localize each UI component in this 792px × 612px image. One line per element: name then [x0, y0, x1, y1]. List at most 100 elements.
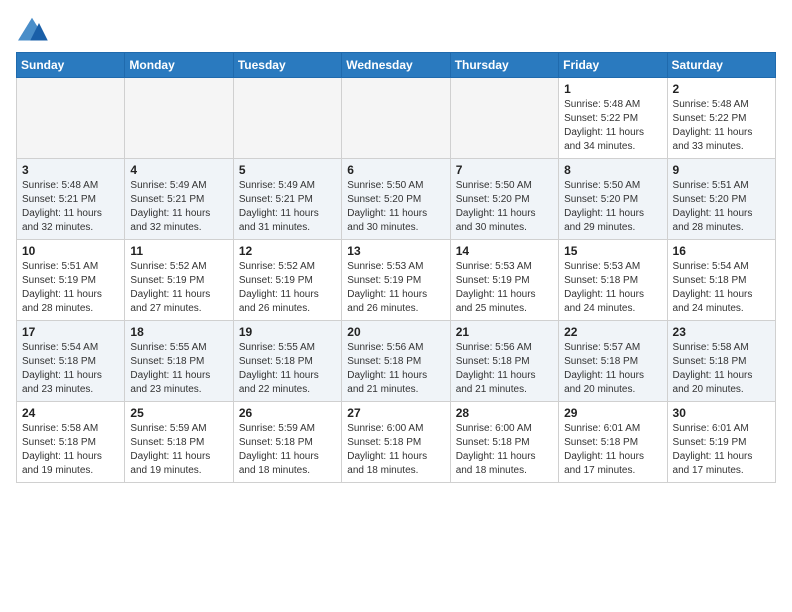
- calendar-week-row: 10 Sunrise: 5:51 AM Sunset: 5:19 PM Dayli…: [17, 240, 776, 321]
- calendar-cell: 23Sunrise: 5:58 AM Sunset: 5:18 PM Dayli…: [667, 321, 775, 402]
- day-number: 28: [456, 406, 553, 420]
- day-info: Sunrise: 6:00 AM Sunset: 5:18 PM Dayligh…: [456, 422, 553, 478]
- calendar-table: SundayMondayTuesdayWednesdayThursdayFrid…: [16, 52, 776, 483]
- calendar-cell: 17Sunrise: 5:54 AM Sunset: 5:18 PM Dayli…: [17, 321, 125, 402]
- day-number: 25: [130, 406, 227, 420]
- day-number: 24: [22, 406, 119, 420]
- day-of-week-header: Friday: [559, 53, 667, 78]
- day-number: 20: [347, 325, 444, 339]
- day-number: 30: [673, 406, 770, 420]
- day-info: Sunrise: 6:01 AM Sunset: 5:18 PM Dayligh…: [564, 422, 661, 478]
- day-number: 11: [130, 244, 227, 258]
- day-number: 14: [456, 244, 553, 258]
- day-number: 22: [564, 325, 661, 339]
- day-of-week-header: Wednesday: [342, 53, 450, 78]
- day-info: Sunrise: 5:48 AM Sunset: 5:22 PM Dayligh…: [673, 98, 770, 154]
- calendar-cell: 29Sunrise: 6:01 AM Sunset: 5:18 PM Dayli…: [559, 402, 667, 483]
- day-number: 23: [673, 325, 770, 339]
- day-info: Sunrise: 5:52 AM Sunset: 5:19 PM Dayligh…: [239, 260, 336, 316]
- day-number: 19: [239, 325, 336, 339]
- calendar-cell: 22 Sunrise: 5:57 AM Sunset: 5:18 PM Dayli…: [559, 321, 667, 402]
- day-info: Sunrise: 5:49 AM Sunset: 5:21 PM Dayligh…: [239, 179, 336, 235]
- day-number: 18: [130, 325, 227, 339]
- day-of-week-header: Sunday: [17, 53, 125, 78]
- day-number: 6: [347, 163, 444, 177]
- calendar-cell: [342, 78, 450, 159]
- day-info: Sunrise: 5:50 AM Sunset: 5:20 PM Dayligh…: [564, 179, 661, 235]
- day-info: Sunrise: 5:56 AM Sunset: 5:18 PM Dayligh…: [347, 341, 444, 397]
- day-info: Sunrise: 5:48 AM Sunset: 5:21 PM Dayligh…: [22, 179, 119, 235]
- day-number: 8: [564, 163, 661, 177]
- day-info: Sunrise: 6:01 AM Sunset: 5:19 PM Dayligh…: [673, 422, 770, 478]
- calendar-cell: 26 Sunrise: 5:59 AM Sunset: 5:18 PM Dayli…: [233, 402, 341, 483]
- day-number: 5: [239, 163, 336, 177]
- calendar-cell: 16 Sunrise: 5:54 AM Sunset: 5:18 PM Dayli…: [667, 240, 775, 321]
- day-info: Sunrise: 5:59 AM Sunset: 5:18 PM Dayligh…: [239, 422, 336, 478]
- day-info: Sunrise: 5:52 AM Sunset: 5:19 PM Dayligh…: [130, 260, 227, 316]
- calendar-cell: 19 Sunrise: 5:55 AM Sunset: 5:18 PM Dayli…: [233, 321, 341, 402]
- day-info: Sunrise: 5:53 AM Sunset: 5:19 PM Dayligh…: [456, 260, 553, 316]
- day-number: 15: [564, 244, 661, 258]
- calendar-cell: 5 Sunrise: 5:49 AM Sunset: 5:21 PM Daylig…: [233, 159, 341, 240]
- calendar-cell: 20 Sunrise: 5:56 AM Sunset: 5:18 PM Dayli…: [342, 321, 450, 402]
- calendar-cell: [17, 78, 125, 159]
- day-info: Sunrise: 5:54 AM Sunset: 5:18 PM Dayligh…: [673, 260, 770, 316]
- day-info: Sunrise: 5:59 AM Sunset: 5:18 PM Dayligh…: [130, 422, 227, 478]
- day-info: Sunrise: 5:56 AM Sunset: 5:18 PM Dayligh…: [456, 341, 553, 397]
- calendar-cell: 7 Sunrise: 5:50 AM Sunset: 5:20 PM Daylig…: [450, 159, 558, 240]
- day-of-week-header: Saturday: [667, 53, 775, 78]
- calendar-cell: [125, 78, 233, 159]
- calendar-cell: 30 Sunrise: 6:01 AM Sunset: 5:19 PM Dayli…: [667, 402, 775, 483]
- day-number: 7: [456, 163, 553, 177]
- day-number: 13: [347, 244, 444, 258]
- day-number: 27: [347, 406, 444, 420]
- calendar-cell: 4 Sunrise: 5:49 AM Sunset: 5:21 PM Daylig…: [125, 159, 233, 240]
- day-info: Sunrise: 5:57 AM Sunset: 5:18 PM Dayligh…: [564, 341, 661, 397]
- calendar-cell: [233, 78, 341, 159]
- day-info: Sunrise: 5:48 AM Sunset: 5:22 PM Dayligh…: [564, 98, 661, 154]
- calendar-cell: 10 Sunrise: 5:51 AM Sunset: 5:19 PM Dayli…: [17, 240, 125, 321]
- calendar-cell: 6 Sunrise: 5:50 AM Sunset: 5:20 PM Daylig…: [342, 159, 450, 240]
- day-number: 12: [239, 244, 336, 258]
- calendar-cell: 12 Sunrise: 5:52 AM Sunset: 5:19 PM Dayli…: [233, 240, 341, 321]
- day-of-week-header: Tuesday: [233, 53, 341, 78]
- calendar-cell: 21 Sunrise: 5:56 AM Sunset: 5:18 PM Dayli…: [450, 321, 558, 402]
- day-info: Sunrise: 5:51 AM Sunset: 5:19 PM Dayligh…: [22, 260, 119, 316]
- calendar-week-row: 24 Sunrise: 5:58 AM Sunset: 5:18 PM Dayli…: [17, 402, 776, 483]
- day-info: Sunrise: 5:58 AM Sunset: 5:18 PM Dayligh…: [22, 422, 119, 478]
- day-info: Sunrise: 5:55 AM Sunset: 5:18 PM Dayligh…: [239, 341, 336, 397]
- calendar-week-row: 1 Sunrise: 5:48 AM Sunset: 5:22 PM Daylig…: [17, 78, 776, 159]
- calendar-cell: [450, 78, 558, 159]
- day-number: 1: [564, 82, 661, 96]
- day-number: 2: [673, 82, 770, 96]
- calendar-cell: 8 Sunrise: 5:50 AM Sunset: 5:20 PM Daylig…: [559, 159, 667, 240]
- calendar-cell: 27 Sunrise: 6:00 AM Sunset: 5:18 PM Dayli…: [342, 402, 450, 483]
- day-number: 3: [22, 163, 119, 177]
- day-number: 10: [22, 244, 119, 258]
- day-number: 26: [239, 406, 336, 420]
- day-number: 21: [456, 325, 553, 339]
- calendar-week-row: 17Sunrise: 5:54 AM Sunset: 5:18 PM Dayli…: [17, 321, 776, 402]
- calendar-cell: 14 Sunrise: 5:53 AM Sunset: 5:19 PM Dayli…: [450, 240, 558, 321]
- day-info: Sunrise: 5:49 AM Sunset: 5:21 PM Dayligh…: [130, 179, 227, 235]
- calendar-week-row: 3 Sunrise: 5:48 AM Sunset: 5:21 PM Daylig…: [17, 159, 776, 240]
- day-info: Sunrise: 5:50 AM Sunset: 5:20 PM Dayligh…: [456, 179, 553, 235]
- day-info: Sunrise: 5:55 AM Sunset: 5:18 PM Dayligh…: [130, 341, 227, 397]
- calendar-cell: 24 Sunrise: 5:58 AM Sunset: 5:18 PM Dayli…: [17, 402, 125, 483]
- day-number: 17: [22, 325, 119, 339]
- day-number: 16: [673, 244, 770, 258]
- day-info: Sunrise: 5:50 AM Sunset: 5:20 PM Dayligh…: [347, 179, 444, 235]
- day-number: 9: [673, 163, 770, 177]
- day-number: 4: [130, 163, 227, 177]
- logo-icon: [16, 16, 48, 44]
- calendar-cell: 2 Sunrise: 5:48 AM Sunset: 5:22 PM Daylig…: [667, 78, 775, 159]
- day-info: Sunrise: 6:00 AM Sunset: 5:18 PM Dayligh…: [347, 422, 444, 478]
- calendar-cell: 1 Sunrise: 5:48 AM Sunset: 5:22 PM Daylig…: [559, 78, 667, 159]
- calendar-cell: 13Sunrise: 5:53 AM Sunset: 5:19 PM Dayli…: [342, 240, 450, 321]
- calendar-cell: 11 Sunrise: 5:52 AM Sunset: 5:19 PM Dayli…: [125, 240, 233, 321]
- day-of-week-header: Thursday: [450, 53, 558, 78]
- calendar-cell: 15Sunrise: 5:53 AM Sunset: 5:18 PM Dayli…: [559, 240, 667, 321]
- day-of-week-header: Monday: [125, 53, 233, 78]
- calendar-cell: 28 Sunrise: 6:00 AM Sunset: 5:18 PM Dayli…: [450, 402, 558, 483]
- calendar-cell: 3 Sunrise: 5:48 AM Sunset: 5:21 PM Daylig…: [17, 159, 125, 240]
